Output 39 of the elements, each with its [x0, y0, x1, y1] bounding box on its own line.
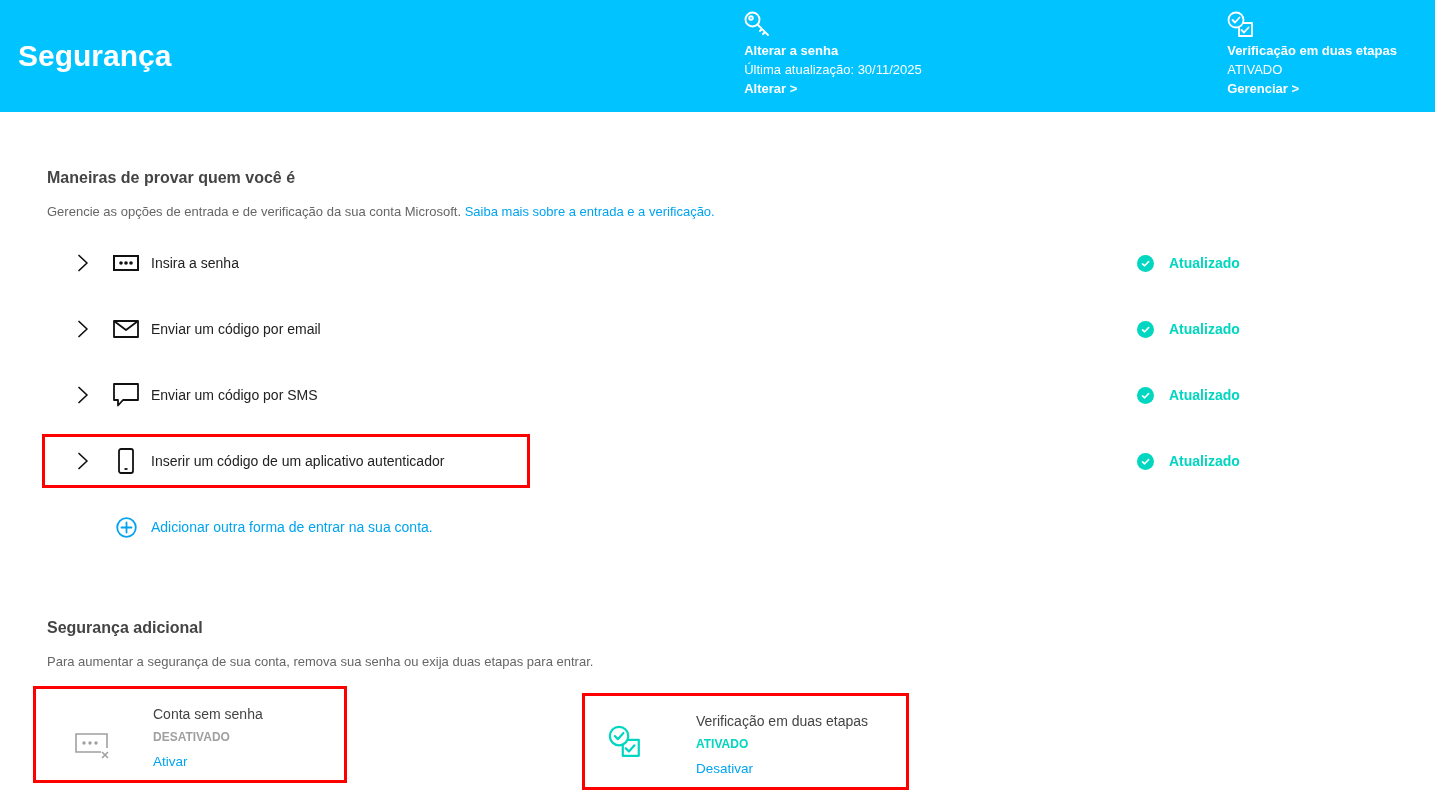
status-label: Atualizado	[1169, 451, 1240, 471]
setting-link[interactable]: Alterar >	[744, 81, 798, 96]
option-toggle-link[interactable]: Desativar	[696, 759, 754, 779]
learn-more-link[interactable]: Saiba mais sobre a entrada e a verificação.	[464, 204, 715, 219]
chevron-right-icon[interactable]	[77, 254, 89, 272]
setting-detail: Última atualização: 30/11/2025	[744, 61, 923, 79]
section-description: Gerencie as opções de entrada e de verificação da sua conta Microsoft. Saiba mais sobre a entrada e a verificação.	[47, 203, 716, 221]
chat-bubble-icon	[113, 382, 139, 408]
option-status: ATIVADO	[696, 736, 750, 753]
option-toggle-link[interactable]: Ativar	[153, 752, 188, 772]
method-label: Enviar um código por SMS	[151, 385, 318, 405]
section-heading: Maneiras de provar quem você é	[47, 168, 297, 188]
check-badge-icon	[1227, 11, 1254, 37]
method-label: Enviar um código por email	[151, 319, 321, 339]
status-label: Atualizado	[1169, 319, 1240, 339]
setting-link[interactable]: Gerenciar >	[1227, 81, 1300, 96]
check-circle-icon	[1137, 254, 1154, 272]
setting-detail: ATIVADO	[1227, 61, 1284, 79]
status-label: Atualizado	[1169, 385, 1240, 405]
add-method-link[interactable]: Adicionar outra forma de entrar na sua conta.	[151, 517, 433, 538]
check-circle-icon	[1137, 320, 1154, 338]
method-label: Insira a senha	[151, 253, 239, 273]
option-status: DESATIVADO	[153, 729, 231, 746]
chevron-right-icon[interactable]	[77, 320, 89, 338]
key-icon	[744, 11, 771, 37]
option-title: Verificação em duas etapas	[696, 712, 868, 731]
setting-title: Alterar a senha	[744, 42, 840, 60]
setting-title: Verificação em duas etapas	[1227, 42, 1397, 60]
check-circle-icon	[1137, 386, 1154, 404]
section-description: Para aumentar a segurança de sua conta, remova sua senha ou exija duas etapas para entrar.	[47, 653, 595, 671]
status-label: Atualizado	[1169, 253, 1240, 273]
check-circle-icon	[1137, 452, 1154, 470]
method-label: Inserir um código de um aplicativo autenticador	[151, 451, 445, 471]
chevron-right-icon[interactable]	[77, 452, 89, 470]
section-heading: Segurança adicional	[47, 618, 204, 638]
page-title: Segurança	[18, 41, 172, 71]
option-title: Conta sem senha	[153, 705, 263, 724]
chevron-right-icon[interactable]	[77, 386, 89, 404]
plus-circle-icon[interactable]	[116, 517, 137, 538]
